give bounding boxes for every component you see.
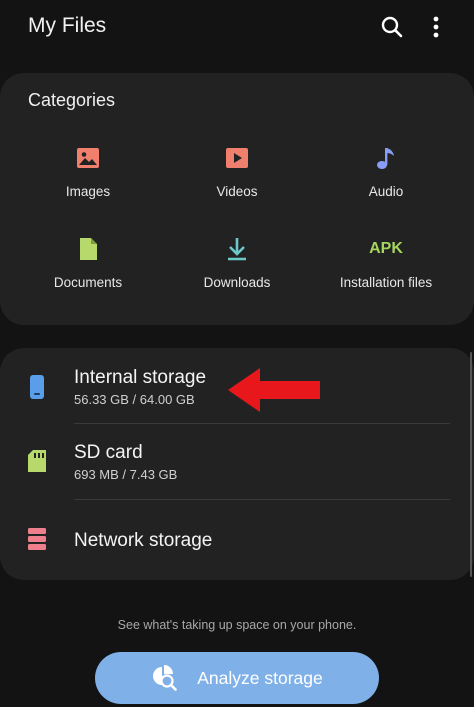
analyze-storage-label: Analyze storage [197,667,323,688]
category-documents[interactable]: Documents [13,235,163,290]
annotation-arrow-icon [228,368,320,412]
category-label: Videos [216,184,258,199]
sd-card-icon [26,448,48,474]
storage-item-title: Internal storage [74,367,207,388]
storage-item-usage: 693 MB / 7.43 GB [74,467,178,482]
category-videos[interactable]: Videos [162,144,312,199]
download-icon [223,235,251,263]
apk-icon-text: APK [369,240,403,257]
more-vertical-icon[interactable] [421,12,451,42]
category-installation-files[interactable]: APK Installation files [311,235,461,290]
storage-item-title: SD card [74,442,143,463]
server-icon [26,526,48,552]
storage-hint: See what's taking up space on your phone… [117,618,357,632]
analyze-icon [151,665,178,691]
phone-icon [26,374,48,400]
document-icon [74,235,102,263]
category-images[interactable]: Images [13,144,163,199]
storage-item-sd-card[interactable]: SD card 693 MB / 7.43 GB [0,425,474,499]
storage-item-usage: 56.33 GB / 64.00 GB [74,392,195,407]
divider [74,423,450,424]
storage-item-title: Network storage [74,530,213,551]
search-icon[interactable] [377,12,407,42]
category-downloads[interactable]: Downloads [162,235,312,290]
category-label: Downloads [203,275,271,290]
analyze-storage-button[interactable]: Analyze storage [95,652,379,704]
category-label: Documents [53,275,123,290]
categories-heading: Categories [28,90,116,110]
storage-item-network[interactable]: Network storage [0,501,474,577]
video-icon [223,144,251,172]
music-note-icon [372,144,400,172]
category-label: Images [65,184,111,199]
app-header: My Files [0,0,474,58]
category-label: Audio [368,184,404,199]
image-icon [74,144,102,172]
page-title: My Files [28,14,107,37]
category-label: Installation files [339,275,433,290]
divider [74,499,450,500]
apk-icon: APK [366,235,406,263]
category-audio[interactable]: Audio [311,144,461,199]
